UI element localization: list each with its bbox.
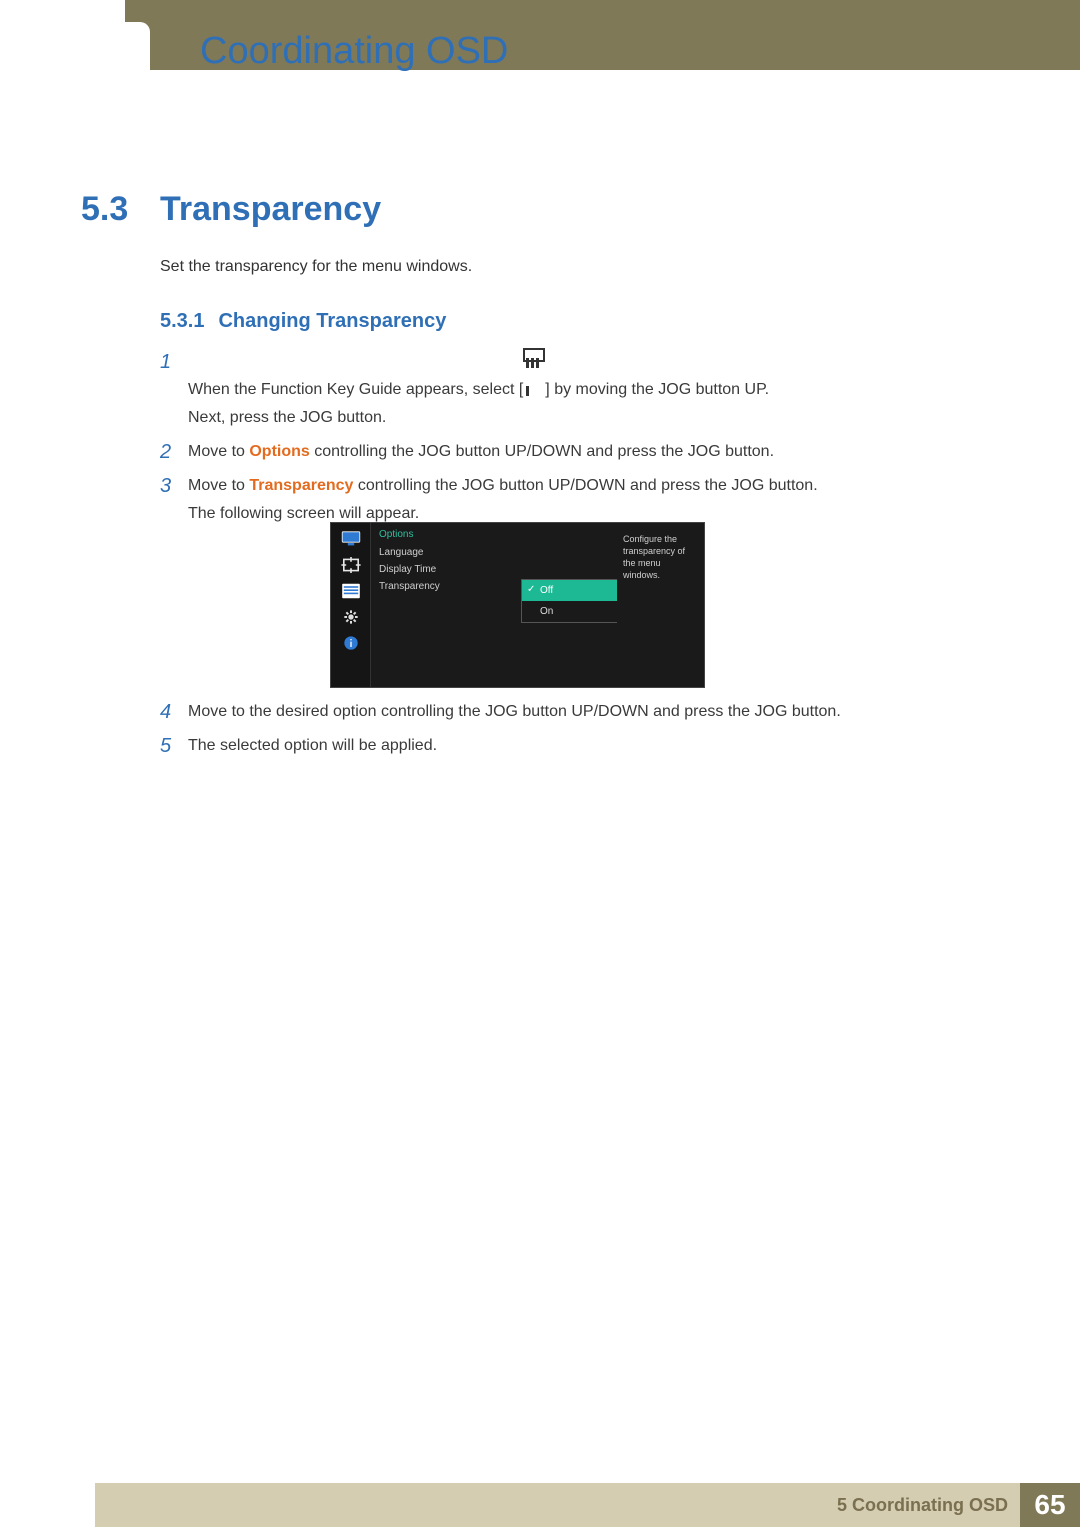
osd-sidebar [331, 523, 371, 687]
step-number: 3 [160, 472, 188, 500]
section-intro: Set the transparency for the menu window… [160, 258, 472, 276]
footer-chapter-label: 5 Coordinating OSD [837, 1495, 1008, 1516]
step-text: Next, press the JOG button. [188, 409, 386, 426]
section-title: Transparency [160, 190, 381, 229]
gear-icon [341, 609, 361, 625]
steps-list-bottom: 4 Move to the desired option controlling… [160, 698, 980, 766]
left-white-margin [0, 0, 95, 160]
step-text: controlling the JOG button UP/DOWN and p… [353, 477, 817, 494]
subsection-number: 5.3.1 [160, 310, 204, 332]
step-text: When the Function Key Guide appears, sel… [188, 381, 523, 398]
step-text: ] by moving the JOG button UP. [545, 381, 769, 398]
steps-list-top: 1 When the Function Key Guide appears, s… [160, 348, 980, 534]
step-body: When the Function Key Guide appears, sel… [188, 348, 980, 432]
step-number: 4 [160, 698, 188, 726]
osd-description-panel: Configure the transparency of the menu w… [617, 522, 705, 688]
list-icon [341, 583, 361, 599]
step-text: Move to [188, 477, 249, 494]
step-text: Move to [188, 443, 249, 460]
chapter-tab-shape [95, 22, 150, 70]
subsection-title: Changing Transparency [218, 310, 446, 332]
step-number: 1 [160, 348, 188, 376]
step-body: The selected option will be applied. [188, 732, 980, 760]
step-number: 5 [160, 732, 188, 760]
step-5: 5 The selected option will be applied. [160, 732, 980, 760]
osd-label: Transparency [379, 581, 440, 592]
step-text: The following screen will appear. [188, 505, 419, 522]
monitor-icon [341, 531, 361, 547]
chapter-title: Coordinating OSD [200, 30, 508, 73]
step-number: 2 [160, 438, 188, 466]
resize-icon [341, 557, 361, 573]
section-number: 5.3 [81, 190, 128, 229]
step-4: 4 Move to the desired option controlling… [160, 698, 980, 726]
osd-label: Language [379, 547, 424, 558]
footer-page-number: 65 [1020, 1483, 1080, 1527]
step-bold: Transparency [249, 477, 353, 494]
info-icon [341, 635, 361, 651]
step-body: Move to the desired option controlling t… [188, 698, 980, 726]
step-2: 2 Move to Options controlling the JOG bu… [160, 438, 980, 466]
step-body: Move to Transparency controlling the JOG… [188, 472, 980, 528]
step-1: 1 When the Function Key Guide appears, s… [160, 348, 980, 432]
footer: 5 Coordinating OSD 65 [95, 1483, 1080, 1527]
menu-icon [523, 348, 545, 362]
osd-label: Display Time [379, 564, 436, 575]
subsection-heading: 5.3.1 Changing Transparency [160, 310, 446, 333]
step-body: Move to Options controlling the JOG butt… [188, 438, 980, 466]
step-3: 3 Move to Transparency controlling the J… [160, 472, 980, 528]
step-bold: Options [249, 443, 309, 460]
step-text: controlling the JOG button UP/DOWN and p… [310, 443, 774, 460]
